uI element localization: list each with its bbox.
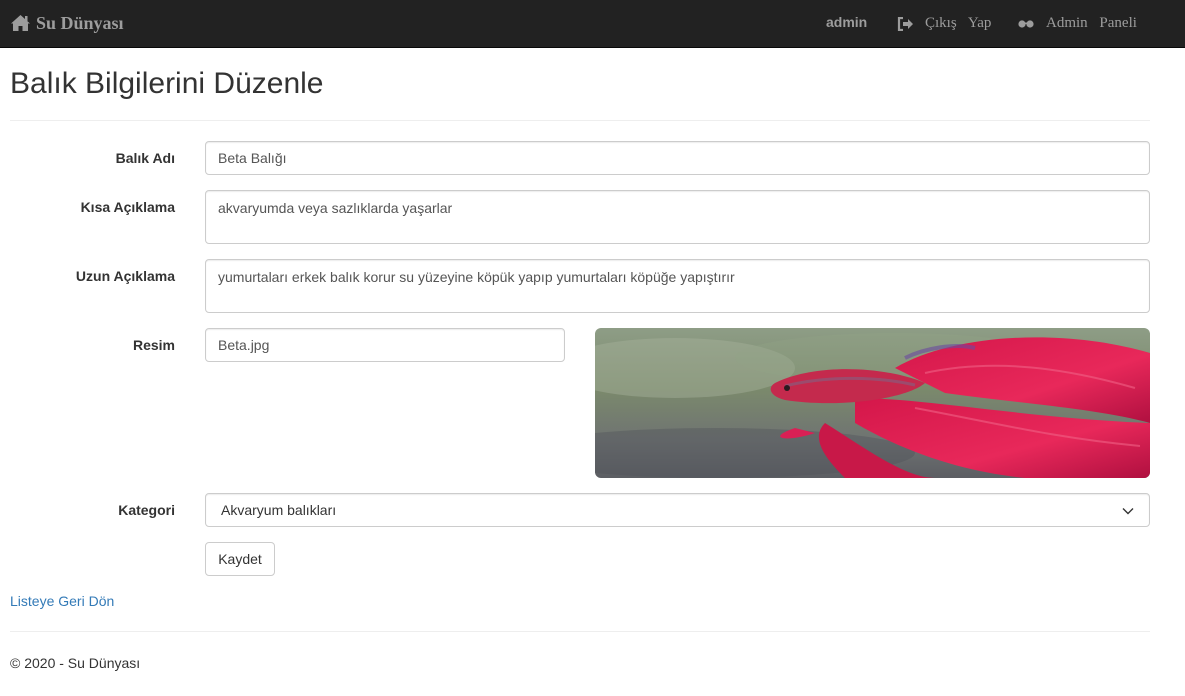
category-label: Kategori (118, 502, 175, 518)
home-icon (11, 15, 30, 31)
chevron-down-icon (1122, 508, 1134, 515)
logout-link[interactable]: Çıkış Yap (897, 15, 991, 32)
short-description-label: Kısa Açıklama (80, 199, 175, 215)
image-label: Resim (132, 337, 175, 353)
fish-name-label: Balık Adı (115, 150, 175, 166)
category-selected-value: Akvaryum balıkları (221, 502, 337, 518)
sign-out-icon (897, 16, 913, 31)
brand-label: Su Dünyası (36, 12, 124, 33)
footer-text: © 2020 - Su Dünyası (10, 655, 141, 671)
short-description-textarea[interactable]: akvaryumda veya sazlıklarda yaşarlar (205, 190, 1150, 244)
page-title: Balık Bilgilerini Düzenle (10, 67, 324, 100)
category-select[interactable]: Akvaryum balıkları (205, 493, 1150, 527)
logout-label: Çıkış Yap (925, 15, 992, 31)
fish-image (595, 328, 1150, 478)
save-button[interactable]: Kaydet (205, 542, 275, 576)
footer-divider (10, 631, 1150, 632)
user-name: admin (826, 14, 868, 30)
back-to-list-link[interactable]: Listeye Geri Dön (10, 593, 114, 609)
fish-name-input[interactable] (205, 141, 1150, 175)
brand-link[interactable]: Su Dünyası (10, 11, 124, 35)
top-navbar: Su Dünyası admin Çıkış Yap Admin Paneli (0, 0, 1185, 48)
long-description-textarea[interactable]: yumurtaları erkek balık korur su yüzeyin… (205, 259, 1150, 313)
admin-panel-link[interactable]: Admin Paneli (1018, 15, 1137, 32)
sunglasses-icon (1018, 19, 1034, 28)
title-divider (10, 120, 1150, 121)
image-filename-input[interactable] (205, 328, 565, 362)
admin-panel-label: Admin Paneli (1046, 15, 1137, 31)
long-description-label: Uzun Açıklama (75, 268, 175, 284)
